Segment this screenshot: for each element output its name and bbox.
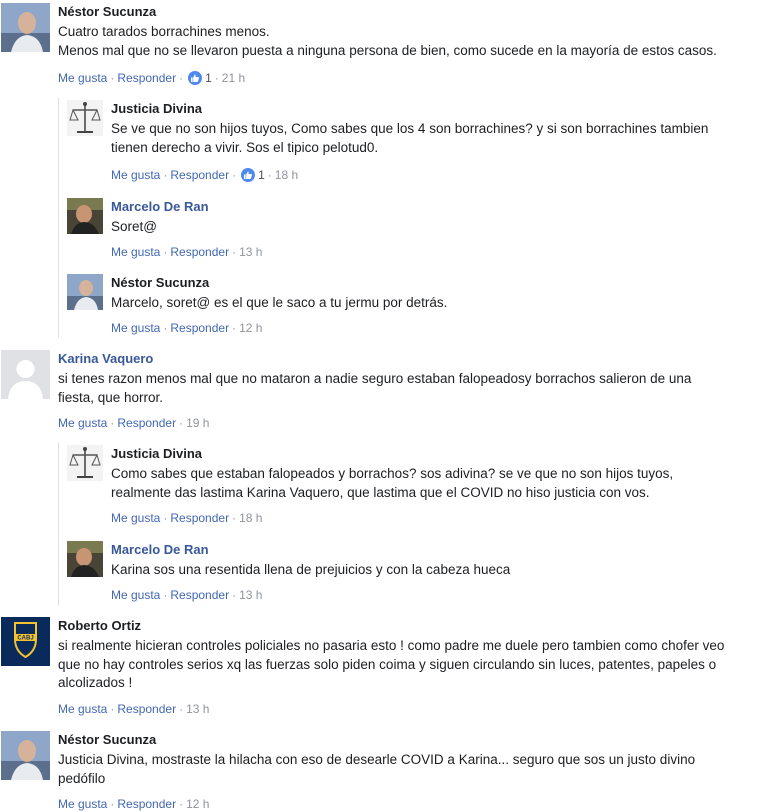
club-crest-icon: CABJ bbox=[1, 617, 50, 666]
like-link[interactable]: Me gusta bbox=[58, 797, 107, 811]
reply-link[interactable]: Responder bbox=[170, 588, 229, 602]
reply-link[interactable]: Responder bbox=[170, 321, 229, 335]
reply-link[interactable]: Responder bbox=[170, 168, 229, 182]
reaction-count[interactable]: 1 bbox=[205, 71, 212, 85]
comment-time[interactable]: 12 h bbox=[186, 797, 209, 811]
comment-text: Marcelo, soret@ es el que le saco a tu j… bbox=[111, 295, 448, 310]
svg-text:CABJ: CABJ bbox=[17, 636, 33, 642]
comment-time[interactable]: 18 h bbox=[239, 511, 262, 525]
avatar[interactable] bbox=[1, 731, 50, 780]
comment-actions: Me gusta · Responder · 18 h bbox=[111, 511, 263, 525]
like-link[interactable]: Me gusta bbox=[111, 588, 160, 602]
reaction-count[interactable]: 1 bbox=[258, 168, 265, 182]
comment-author[interactable]: Marcelo De Ran bbox=[111, 541, 510, 558]
reply-link[interactable]: Responder bbox=[117, 797, 176, 811]
like-link[interactable]: Me gusta bbox=[111, 321, 160, 335]
comment-author[interactable]: Néstor Sucunza bbox=[58, 731, 695, 748]
reply-link[interactable]: Responder bbox=[170, 511, 229, 525]
comment-actions: Me gusta · Responder · 12 h bbox=[111, 321, 263, 335]
comment-text: Justicia Divina, mostraste la hilacha co… bbox=[58, 752, 696, 786]
reply-thread-line bbox=[58, 98, 59, 338]
avatar[interactable]: CABJ bbox=[1, 617, 50, 666]
comment-text: si realmente hicieran controles policial… bbox=[58, 638, 725, 690]
avatar[interactable] bbox=[67, 100, 103, 136]
comment-time[interactable]: 21 h bbox=[222, 71, 245, 85]
reply-link[interactable]: Responder bbox=[117, 702, 176, 716]
comment-author[interactable]: Justicia Divina bbox=[111, 445, 673, 462]
comment-actions: Me gusta · Responder · 13 h bbox=[58, 702, 210, 716]
thumbs-up-icon[interactable] bbox=[188, 71, 203, 85]
comment-time[interactable]: 13 h bbox=[239, 588, 262, 602]
comment-time[interactable]: 12 h bbox=[239, 321, 262, 335]
comment-text: si tenes razon menos mal que no mataron … bbox=[58, 371, 692, 405]
like-link[interactable]: Me gusta bbox=[111, 245, 160, 259]
comment-actions: Me gusta · Responder · 19 h bbox=[58, 416, 210, 430]
avatar[interactable] bbox=[67, 198, 103, 234]
comment-text: Soret@ bbox=[111, 219, 157, 234]
comment-actions: Me gusta · Responder · 13 h bbox=[111, 245, 263, 259]
like-link[interactable]: Me gusta bbox=[58, 416, 107, 430]
reply-link[interactable]: Responder bbox=[117, 416, 176, 430]
avatar[interactable] bbox=[67, 445, 103, 481]
comment-time[interactable]: 19 h bbox=[186, 416, 209, 430]
comment-text: Karina sos una resentida llena de prejui… bbox=[111, 562, 511, 577]
reply-thread-line bbox=[58, 443, 59, 605]
avatar[interactable] bbox=[67, 274, 103, 310]
avatar[interactable] bbox=[1, 3, 50, 52]
avatar[interactable] bbox=[1, 350, 50, 399]
like-link[interactable]: Me gusta bbox=[58, 71, 107, 85]
comment-time[interactable]: 18 h bbox=[275, 168, 298, 182]
reply-link[interactable]: Responder bbox=[117, 71, 176, 85]
reply-link[interactable]: Responder bbox=[170, 245, 229, 259]
comment-author[interactable]: Karina Vaquero bbox=[58, 350, 691, 367]
comment-time[interactable]: 13 h bbox=[239, 245, 262, 259]
comment-actions: Me gusta · Responder · 1 · 18 h bbox=[111, 168, 299, 182]
comment-text: Cuatro tarados borrachines menos. Menos … bbox=[58, 24, 717, 58]
comment-author[interactable]: Justicia Divina bbox=[111, 100, 708, 117]
comment-author[interactable]: Marcelo De Ran bbox=[111, 198, 209, 215]
comment-actions: Me gusta · Responder · 13 h bbox=[111, 588, 263, 602]
like-link[interactable]: Me gusta bbox=[111, 168, 160, 182]
comment-actions: Me gusta · Responder · 1 · 21 h bbox=[58, 71, 246, 85]
like-link[interactable]: Me gusta bbox=[111, 511, 160, 525]
comment-text: Se ve que no son hijos tuyos, Como sabes… bbox=[111, 121, 709, 155]
like-link[interactable]: Me gusta bbox=[58, 702, 107, 716]
comment-author[interactable]: Néstor Sucunza bbox=[111, 274, 447, 291]
comment-text: Como sabes que estaban falopeados y borr… bbox=[111, 466, 674, 500]
thumbs-up-icon[interactable] bbox=[241, 168, 256, 182]
comment-author[interactable]: Néstor Sucunza bbox=[58, 3, 717, 20]
avatar[interactable] bbox=[67, 541, 103, 577]
comment-author[interactable]: Roberto Ortiz bbox=[58, 617, 724, 634]
comment-time[interactable]: 13 h bbox=[186, 702, 209, 716]
